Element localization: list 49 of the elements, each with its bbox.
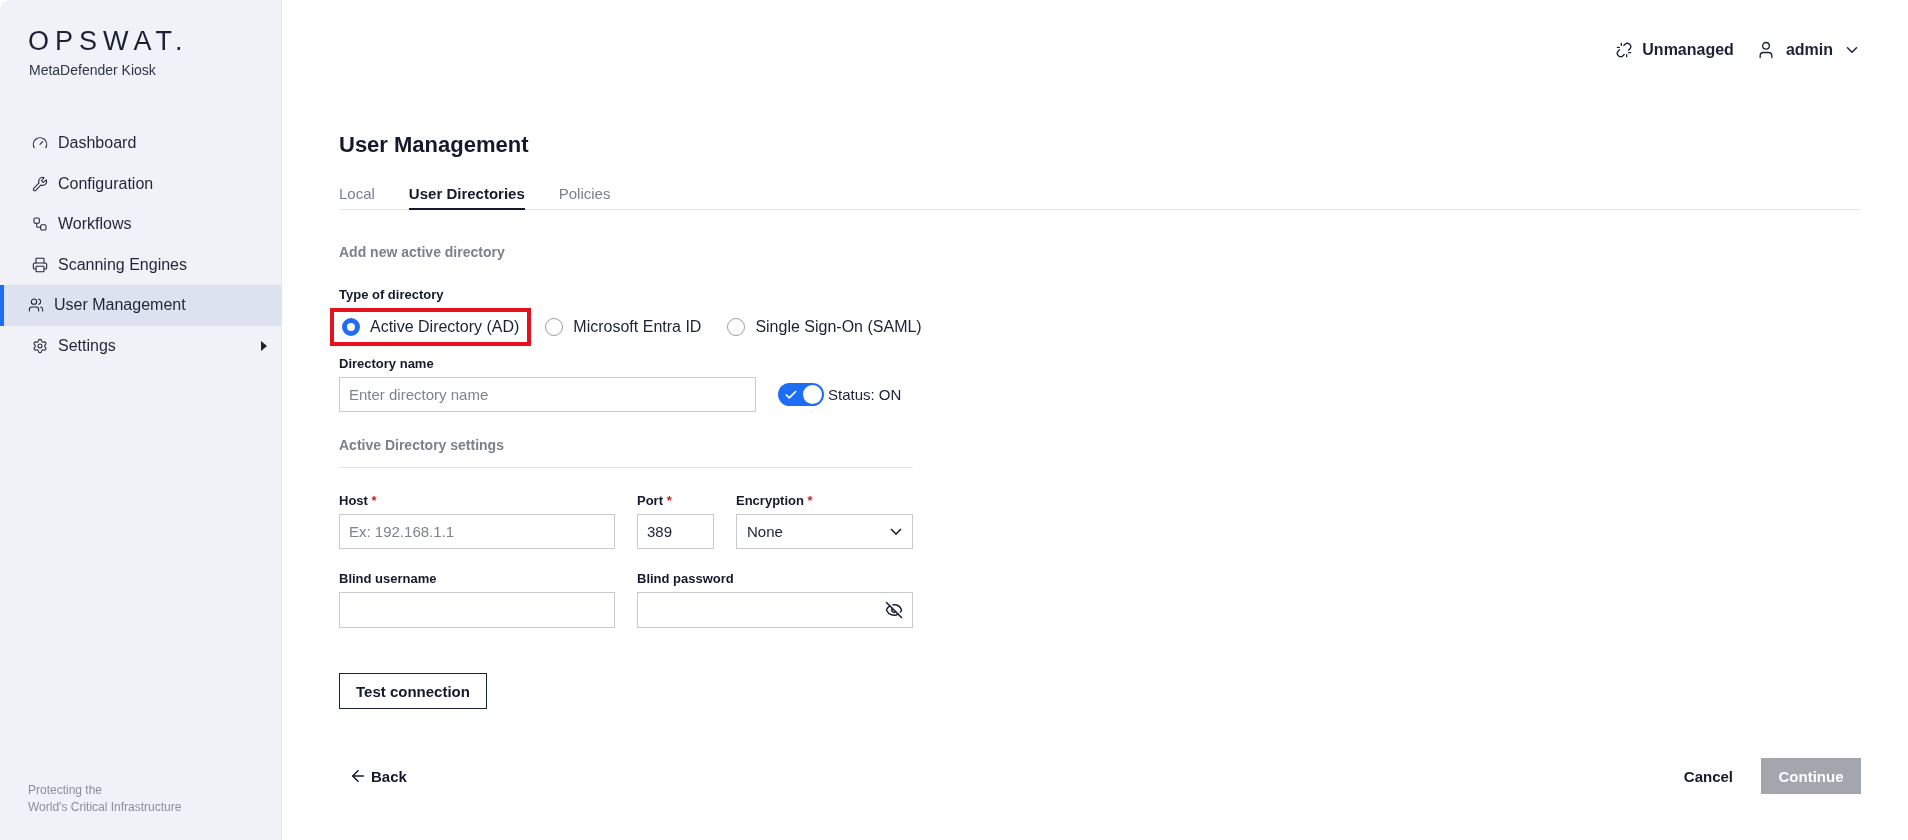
tab[interactable]: Policies — [558, 185, 611, 210]
eye-off-icon[interactable] — [885, 601, 903, 619]
section-heading: Add new active directory — [339, 244, 506, 260]
sidebar-item[interactable]: Workflows — [0, 204, 281, 245]
section-heading: Active Directory settings — [339, 437, 505, 453]
field-label: Blind password — [637, 571, 735, 586]
users-icon — [28, 297, 44, 314]
highlighted-radio-option[interactable]: Active Directory (AD) — [330, 308, 532, 346]
field-label: Type of directory — [339, 287, 445, 302]
tab[interactable]: Local — [339, 185, 375, 210]
dropdown[interactable]: None — [736, 514, 913, 549]
field-label: Port * — [637, 493, 673, 508]
status-label: Status: ON — [828, 386, 902, 403]
chevron-down-icon — [890, 528, 902, 535]
radio-option[interactable]: Microsoft Entra ID — [533, 308, 714, 346]
input-field[interactable]: 389 — [637, 514, 714, 549]
sidebar-item[interactable]: Configuration — [0, 163, 281, 204]
back-button[interactable]: Back — [339, 767, 417, 785]
tab[interactable]: User Directories — [408, 185, 525, 210]
radio-option[interactable]: Single Sign-On (SAML) — [715, 308, 934, 346]
page-title: User Management — [339, 132, 530, 158]
status-toggle[interactable] — [778, 383, 824, 406]
field-label: Directory name — [339, 356, 435, 371]
sidebar-item[interactable]: Scanning Engines — [0, 244, 281, 285]
printer-icon — [32, 256, 48, 273]
sidebar-item[interactable]: User Management — [0, 285, 281, 326]
broken-link-icon — [1616, 42, 1633, 58]
field-label: Encryption * — [736, 493, 814, 508]
input-field[interactable]: Ex: 192.168.1.1 — [339, 514, 615, 549]
sidebar-item[interactable]: Settings — [0, 325, 281, 366]
logo: OPSWAT. — [27, 26, 190, 56]
user-menu[interactable]: admin — [1755, 40, 1861, 60]
field-label: Host * — [339, 493, 378, 508]
radio-button[interactable] — [727, 318, 746, 336]
radio-button[interactable] — [545, 318, 564, 336]
password-field[interactable] — [637, 592, 913, 628]
field-label: Blind username — [339, 571, 438, 586]
radio-button[interactable] — [342, 318, 360, 336]
cancel-button[interactable]: Cancel — [1673, 767, 1743, 785]
sidebar-item[interactable]: Dashboard — [0, 123, 281, 164]
status-indicator: Unmanaged — [1616, 41, 1734, 59]
product-name: MetaDefender Kiosk — [28, 62, 157, 78]
input-field[interactable]: Enter directory name — [339, 377, 756, 412]
wrench-icon — [32, 175, 48, 192]
test-connection-button[interactable]: Test connection — [339, 673, 487, 709]
gear-icon — [32, 337, 48, 354]
input-field[interactable] — [339, 592, 615, 628]
tagline: Protecting the World's Critical Infrastructure — [27, 782, 183, 816]
workflow-icon — [32, 216, 48, 233]
